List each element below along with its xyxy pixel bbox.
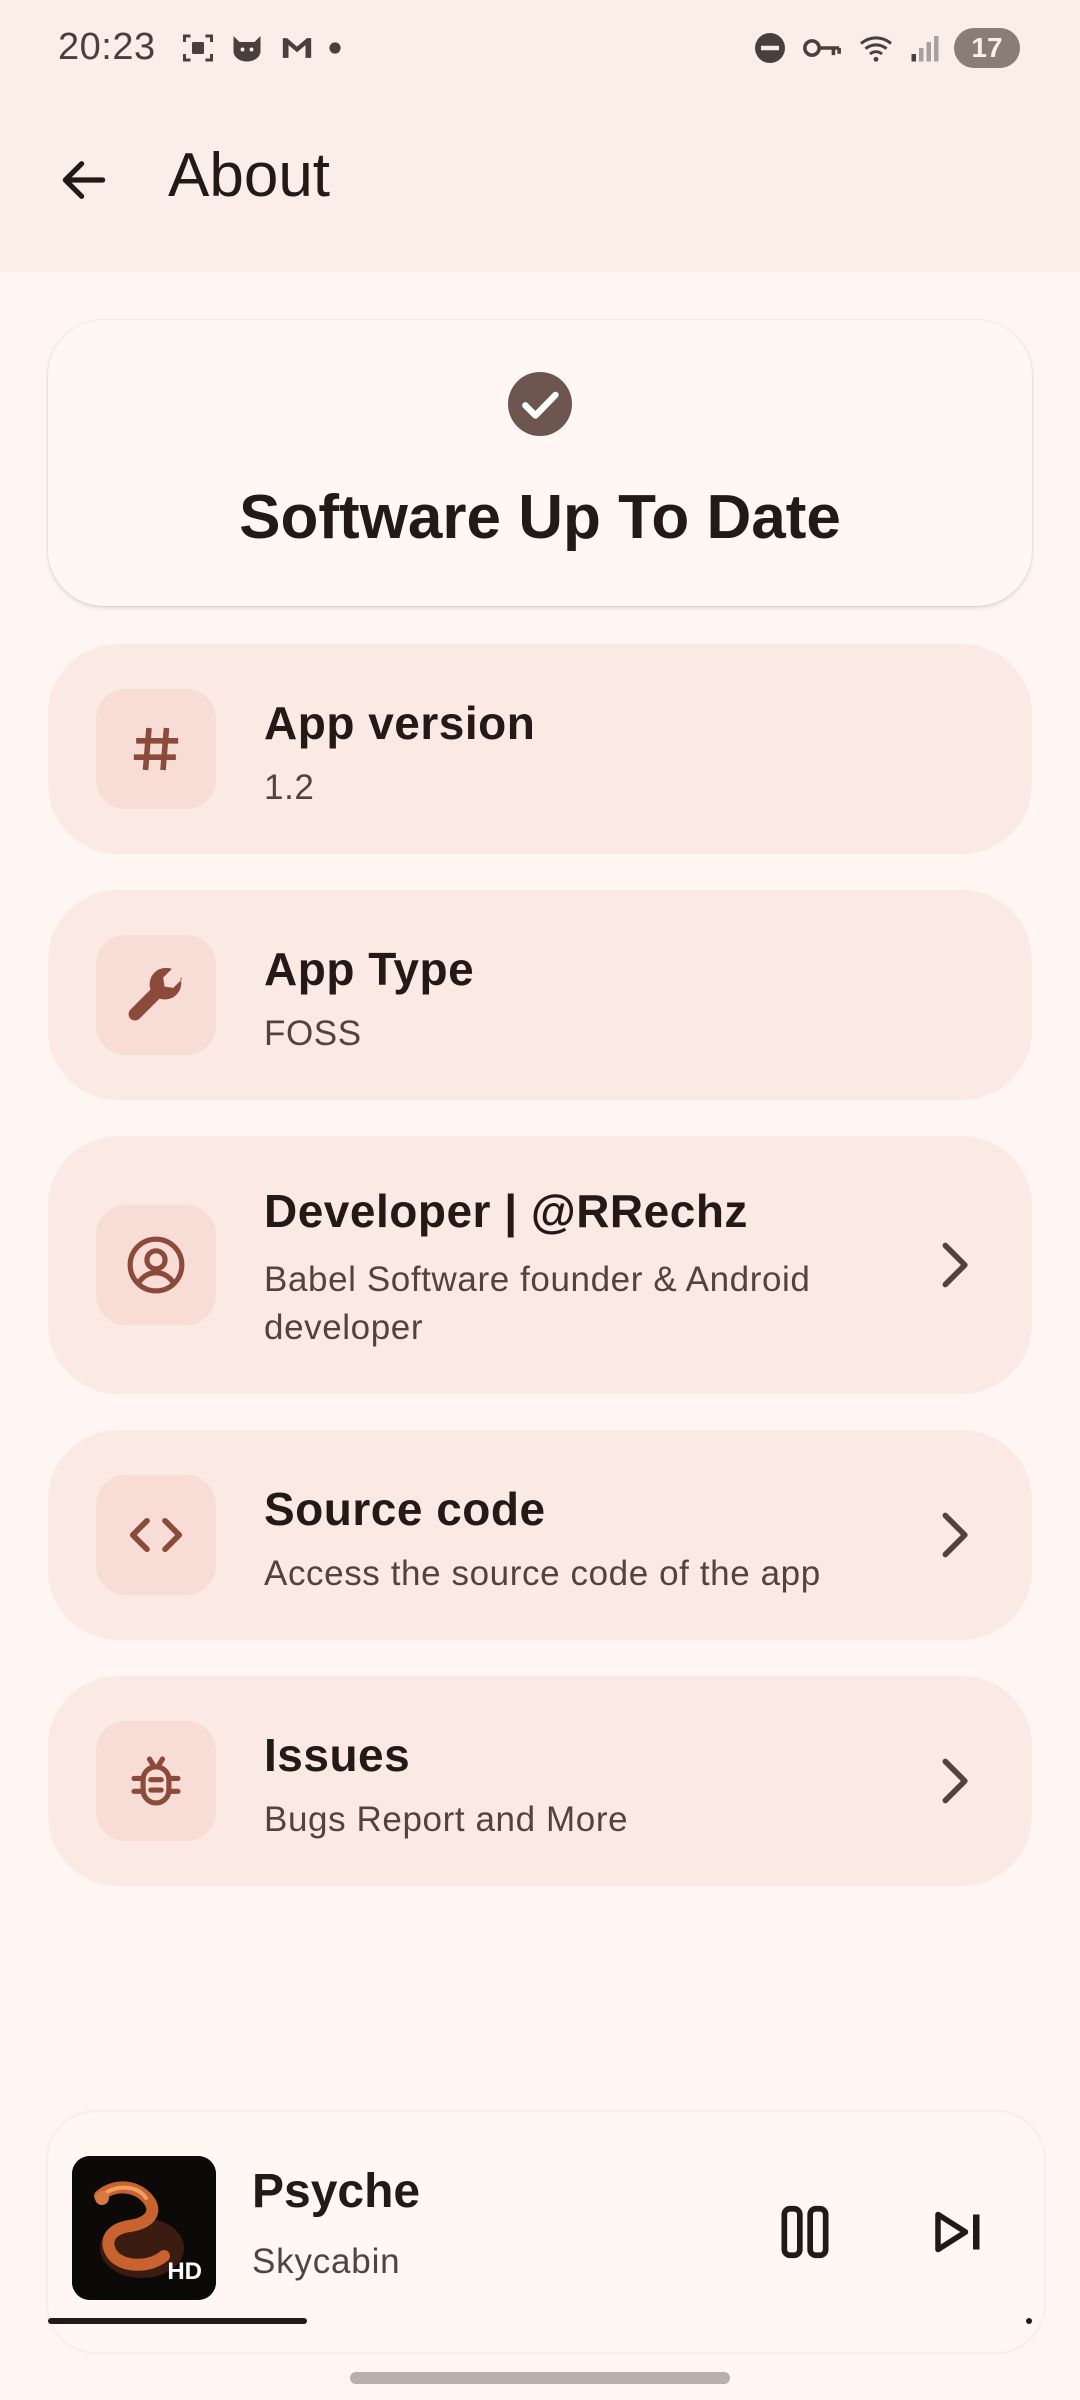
status-bar: 20:23 17 [0, 0, 1080, 100]
item-subtitle: Babel Software founder & Android develop… [264, 1260, 811, 1347]
track-title: Psyche [252, 2165, 421, 2218]
mini-player[interactable]: HD Psyche Skycabin [48, 2112, 1044, 2352]
update-status-card: Software Up To Date [48, 320, 1032, 606]
icon-container [96, 689, 216, 809]
icon-container [96, 1205, 216, 1325]
update-status-title: Software Up To Date [239, 483, 841, 552]
item-title: Issues [264, 1729, 411, 1781]
progress-fill [48, 2318, 307, 2324]
item-title: App Type [264, 943, 475, 995]
hd-badge: HD [167, 2258, 202, 2285]
account-circle-icon [127, 1236, 185, 1294]
vpn-key-icon [803, 39, 841, 57]
page-title: About [168, 141, 331, 210]
arrow-back-icon [62, 161, 106, 199]
skip-next-button[interactable] [918, 2192, 998, 2272]
track-artist: Skycabin [252, 2242, 401, 2281]
item-subtitle: Access the source code of the app [264, 1554, 821, 1593]
source-code-item[interactable]: Source code Access the source code of th… [48, 1430, 1032, 1640]
top-app-bar: About [0, 100, 1080, 272]
icon-container [96, 1475, 216, 1595]
item-title: Developer | @RRechz [264, 1185, 748, 1237]
battery-indicator: 17 [954, 28, 1020, 68]
app-version-item: App version 1.2 [48, 644, 1032, 854]
playback-progress[interactable] [48, 2318, 1044, 2324]
chevron-right-icon [924, 1751, 984, 1811]
item-title: App version [264, 697, 536, 749]
notification-icons [180, 30, 342, 66]
dnd-icon [755, 33, 785, 63]
pause-icon [781, 2205, 829, 2259]
system-icons: 17 [752, 28, 1020, 68]
back-button[interactable] [44, 140, 124, 220]
developer-item[interactable]: Developer | @RRechz Babel Software found… [48, 1136, 1032, 1394]
bug-icon [131, 1756, 181, 1806]
cat-icon [233, 36, 261, 62]
pause-button[interactable] [760, 2192, 850, 2272]
icon-container [96, 935, 216, 1055]
home-indicator[interactable] [350, 2372, 730, 2384]
wrench-icon [128, 967, 183, 1021]
skip-next-icon [935, 2211, 980, 2253]
check-circle-icon [508, 372, 572, 436]
item-subtitle: FOSS [264, 1014, 362, 1053]
hash-icon [133, 727, 179, 771]
signal-icon [911, 36, 939, 62]
status-time: 20:23 [58, 26, 156, 68]
chevron-right-icon [924, 1235, 984, 1295]
album-art: HD [72, 2156, 216, 2300]
chevron-right-icon [924, 1505, 984, 1565]
gmail-icon [282, 38, 312, 58]
code-icon [129, 1517, 183, 1553]
progress-end-dot [1026, 2318, 1032, 2324]
item-subtitle: 1.2 [264, 768, 315, 807]
app-type-item: App Type FOSS [48, 890, 1032, 1100]
dot-icon [329, 42, 341, 54]
wifi-icon [860, 36, 892, 62]
icon-container [96, 1721, 216, 1841]
screenshot-icon [183, 34, 213, 62]
issues-item[interactable]: Issues Bugs Report and More [48, 1676, 1032, 1886]
item-title: Source code [264, 1483, 546, 1535]
item-subtitle: Bugs Report and More [264, 1800, 629, 1839]
